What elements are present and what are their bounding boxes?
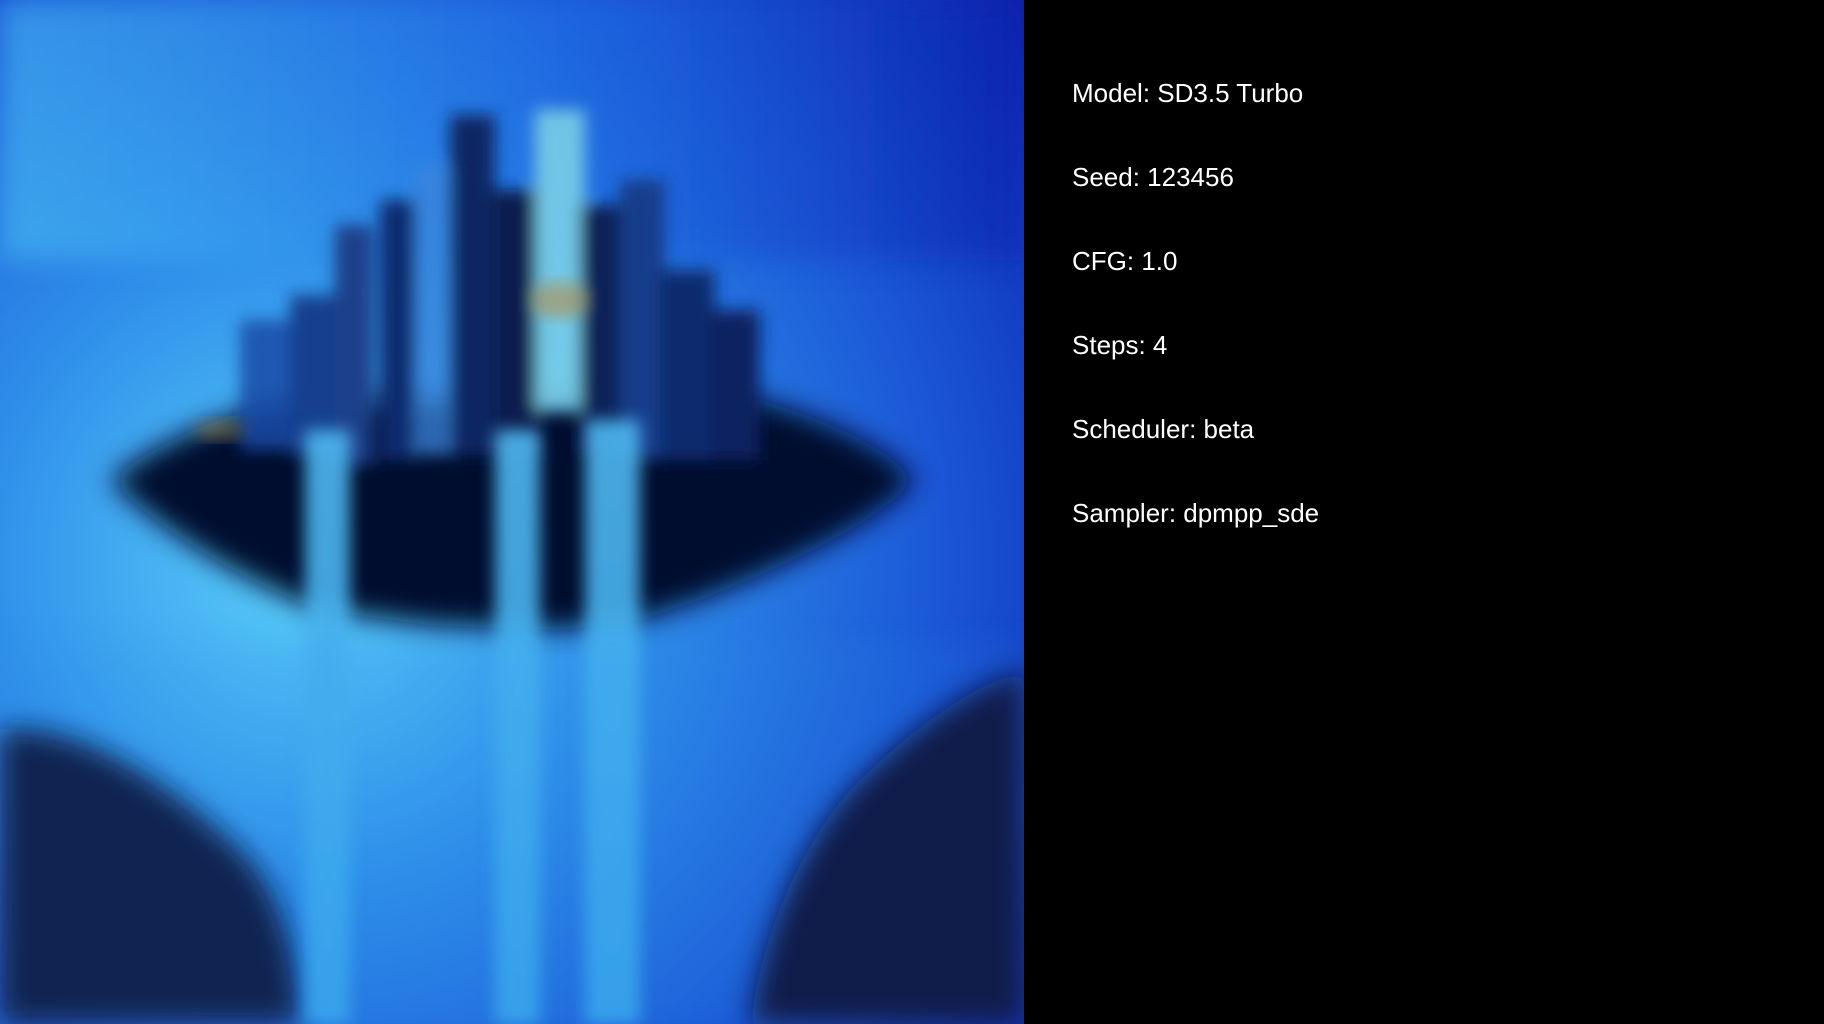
steps-label: Steps: 4 [1072, 330, 1168, 360]
generated-image [0, 0, 1024, 1024]
generated-image-canvas [0, 0, 1024, 1024]
sampler-label: Sampler: dpmpp_sde [1072, 498, 1320, 528]
seed-label: Seed: 123456 [1072, 162, 1234, 192]
model-label: Model: SD3.5 Turbo [1072, 78, 1304, 108]
scheduler-label: Scheduler: beta [1072, 414, 1255, 444]
generation-params-panel: Model: SD3.5 Turbo Seed: 123456 CFG: 1.0… [1024, 0, 1824, 1024]
app-frame: Model: SD3.5 Turbo Seed: 123456 CFG: 1.0… [0, 0, 1824, 1024]
cfg-label: CFG: 1.0 [1072, 246, 1178, 276]
